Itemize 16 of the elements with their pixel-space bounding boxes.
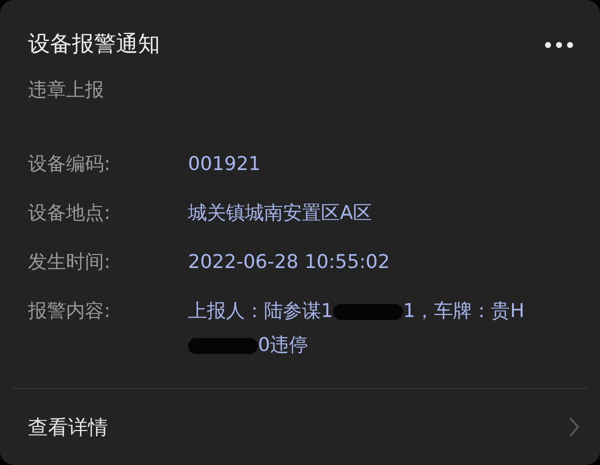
redaction-mark <box>333 304 404 320</box>
redaction-mark <box>188 338 258 354</box>
view-details-link[interactable]: 查看详情 <box>28 412 108 442</box>
field-value: 001921 <box>188 153 261 175</box>
field-value: 0违停 <box>258 334 308 356</box>
more-icon[interactable] <box>544 41 574 49</box>
card-title: 设备报警通知 <box>28 31 160 59</box>
field-value: 2022-06-28 10:55:02 <box>188 251 390 273</box>
field-label: 发生时间: <box>28 250 112 275</box>
field-value: 城关镇城南安置区A区 <box>188 202 372 224</box>
field-label: 报警内容: <box>28 299 112 324</box>
field-value: 1，车牌：贵H <box>403 300 524 322</box>
field-value: 上报人：陆参谋1 <box>188 300 334 322</box>
field-label: 设备地点: <box>28 201 112 226</box>
field-label: 设备编码: <box>28 152 112 177</box>
card-subtitle: 违章上报 <box>27 78 105 103</box>
